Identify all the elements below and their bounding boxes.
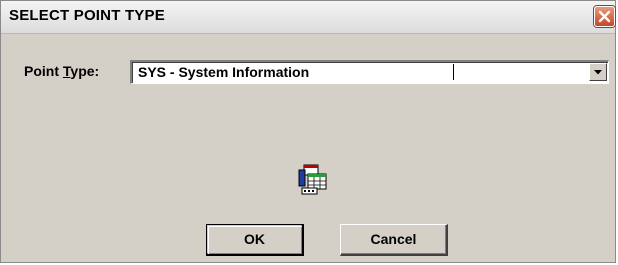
chevron-down-icon — [594, 70, 602, 75]
close-button[interactable] — [594, 6, 615, 27]
point-type-value[interactable]: SYS - System Information — [138, 64, 309, 80]
point-type-label-suffix: ype: — [70, 63, 100, 79]
ok-button[interactable]: OK — [206, 224, 304, 256]
point-table-icon — [298, 164, 327, 195]
cancel-button[interactable]: Cancel — [340, 224, 448, 256]
point-type-label-prefix: Point — [24, 63, 63, 79]
point-type-label: Point Type: — [24, 63, 99, 79]
close-icon — [598, 10, 611, 23]
point-type-combobox[interactable]: SYS - System Information — [130, 60, 609, 84]
title-bar: SELECT POINT TYPE — [1, 1, 615, 34]
text-caret — [453, 64, 454, 80]
select-point-type-dialog: SELECT POINT TYPE Point Type: SYS - Syst… — [0, 0, 616, 263]
point-type-dropdown-button[interactable] — [589, 63, 607, 81]
window-title: SELECT POINT TYPE — [9, 7, 165, 24]
